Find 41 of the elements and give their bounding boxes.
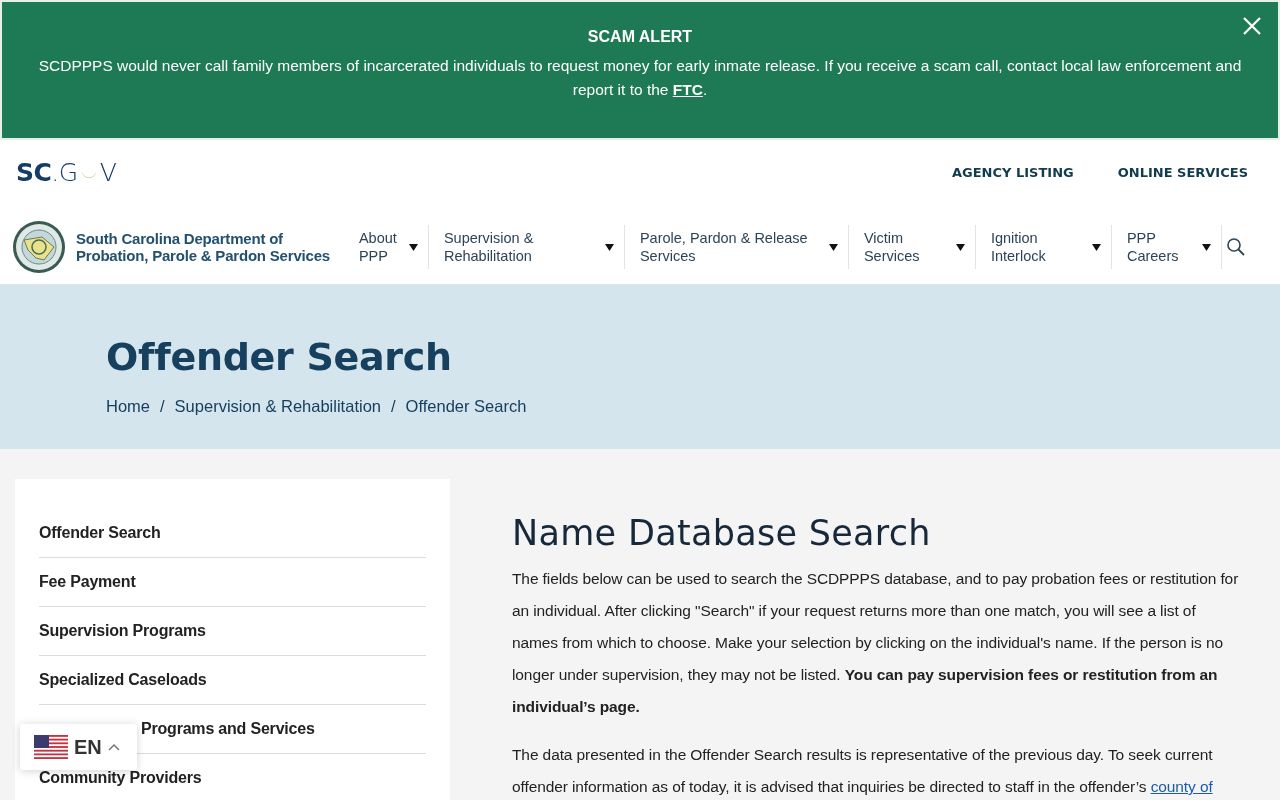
section-heading: Name Database Search <box>512 513 932 553</box>
nav-menu-item[interactable]: About PPP <box>343 225 428 269</box>
nav-menu-item[interactable]: Ignition Interlock <box>974 225 1111 269</box>
text-link[interactable]: FTC <box>672 81 703 98</box>
paragraph: The data presented in the Offender Search results is representative of the previous day. To seek current offender information as of today, it is advised that inquiries be directed to staff in the offender’s county of <box>512 745 1214 797</box>
breadcrumb-separator: / <box>391 397 396 416</box>
sidebar-link[interactable]: Specialized Caseloads <box>39 671 207 689</box>
close-icon[interactable] <box>1242 16 1262 36</box>
caret-icon <box>1201 243 1211 251</box>
flag-icon <box>34 735 68 759</box>
alert-message: SCDPPPS would never call family members of incarcerated individuals to request money for early inmate release. If you receive a scam call, contact local law enforcement and report it to the FTC. <box>37 56 1243 100</box>
caret-icon <box>955 243 965 251</box>
alert-title: SCAM ALERT <box>586 28 694 46</box>
caret-icon <box>1091 243 1101 251</box>
language-selector[interactable]: EN <box>20 724 134 770</box>
breadcrumb-link[interactable]: Home <box>106 397 150 416</box>
search-icon[interactable] <box>1225 237 1246 257</box>
top-link[interactable]: ONLINE SERVICES <box>1117 164 1248 180</box>
nav-menu-item[interactable]: PPP Careers <box>1110 225 1221 269</box>
text-link[interactable]: county of <box>1150 778 1213 795</box>
sidebar-link[interactable]: Offender Search <box>39 524 161 542</box>
breadcrumb-separator: / <box>160 397 165 416</box>
caret-icon <box>408 243 418 251</box>
caret-icon <box>604 243 614 251</box>
sidebar-link[interactable]: Supervision Programs <box>39 622 206 640</box>
sidebar-link[interactable]: Programs and Services <box>141 720 315 738</box>
caret-icon <box>828 243 838 251</box>
nav-menu-item[interactable]: Supervision & Rehabilitation <box>427 225 624 269</box>
sidebar-link[interactable]: Community Providers <box>39 769 202 787</box>
page-title: Offender Search <box>106 334 453 379</box>
sc-gov-logo[interactable]: SC.G V <box>16 157 117 187</box>
agency-name[interactable]: South Carolina Department of Probation, Parole & Pardon Services <box>76 230 330 264</box>
top-link[interactable]: AGENCY LISTING <box>952 164 1074 180</box>
agency-seal-icon[interactable] <box>12 220 66 274</box>
nav-menu-item[interactable]: Parole, Pardon & Release Services <box>623 225 848 269</box>
breadcrumb-link[interactable]: Offender Search <box>405 397 527 416</box>
chevron-up-icon <box>107 743 120 751</box>
breadcrumb-link[interactable]: Supervision & Rehabilitation <box>174 397 381 416</box>
nav-menu-item[interactable]: Victim Services <box>847 225 975 269</box>
paragraph: The fields below can be used to search the SCDPPPS database, and to pay probation fees or restitution for an individual. After clicking "Search" if your request returns more than one match, you will see a list of names from which to choose. Make your selection by clicking on the individual's name. If the person is no longer under supervision, they may not be listed. You can pay supervision fees or restitution from an individual’s page. <box>512 569 1240 717</box>
sidebar-link[interactable]: Fee Payment <box>39 573 136 591</box>
